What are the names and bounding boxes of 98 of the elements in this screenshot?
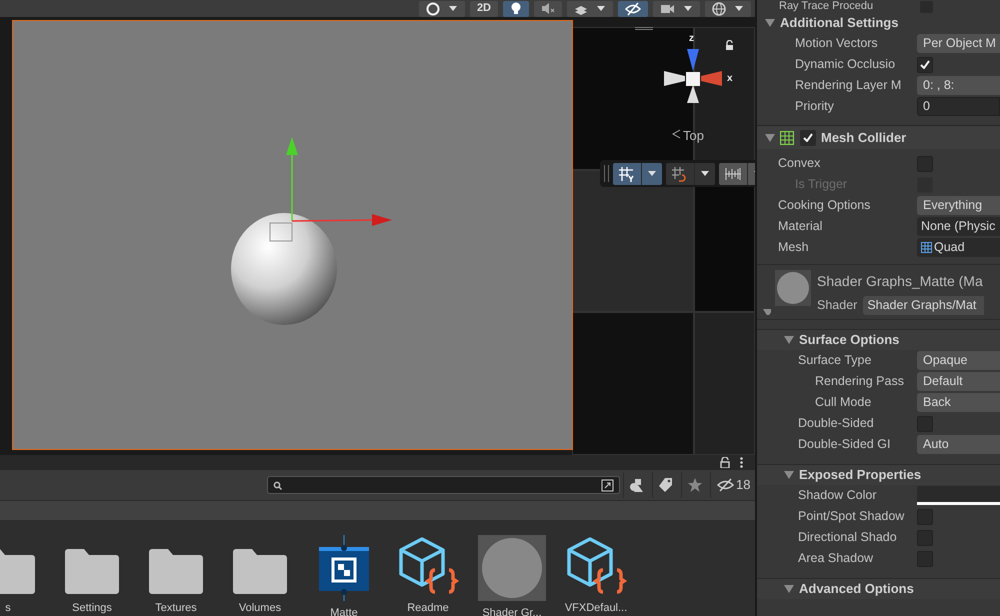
dropdown[interactable]: Opaque — [917, 351, 1000, 370]
property-label: Point/Spot Shadow — [798, 508, 906, 526]
property-label: Mesh — [778, 239, 810, 256]
dropdown[interactable]: Per Object M — [917, 34, 1000, 53]
foldout-arrow-icon[interactable] — [784, 585, 794, 593]
foldout-arrow-icon[interactable] — [765, 19, 775, 27]
toolbar-button[interactable] — [653, 0, 700, 16]
hidden-eye-icon — [717, 478, 734, 492]
property-label: Area Shadow — [798, 550, 874, 568]
property-label: Material — [778, 218, 824, 236]
grip-handle[interactable] — [604, 165, 609, 182]
object-field[interactable]: Quad — [917, 238, 1000, 257]
overlay-button[interactable] — [613, 162, 662, 184]
material-preview-icon — [775, 270, 811, 306]
property-label: Dynamic Occlusio — [795, 56, 896, 74]
asset-label[interactable]: Textures — [155, 600, 197, 616]
asset-label[interactable]: Readme — [407, 600, 449, 616]
chevron-icon — [672, 129, 681, 139]
asset-label[interactable]: s — [5, 600, 11, 616]
cube-script-icon[interactable] — [565, 536, 627, 596]
checkmark-icon — [803, 133, 813, 142]
foldout-arrow-icon[interactable] — [765, 134, 775, 142]
property-label: Directional Shado — [798, 529, 898, 546]
dropdown[interactable]: 0: , 8: — [917, 76, 1000, 95]
dropdown[interactable]: Back — [917, 393, 1000, 412]
star-icon — [686, 477, 702, 493]
section-header[interactable]: Advanced Options — [757, 578, 1000, 599]
object-field[interactable]: None (Physic — [917, 217, 1000, 236]
asset-label[interactable]: Volumes — [238, 600, 282, 616]
property-label: Double-Sided GI — [798, 436, 892, 454]
axis-label: z — [689, 32, 694, 46]
toolbar-button[interactable] — [567, 0, 613, 16]
toolbar-button[interactable] — [503, 0, 529, 16]
property-label: Rendering Pass — [815, 373, 905, 390]
lock-icon[interactable] — [720, 457, 730, 468]
section-header[interactable]: Surface Options — [757, 329, 1000, 350]
light-bulb-icon — [510, 2, 522, 16]
popout-icon — [601, 478, 614, 492]
globe-gizmo-icon — [712, 2, 726, 16]
toolbar-button[interactable] — [705, 0, 751, 16]
hidden-eye-icon — [625, 2, 641, 16]
color-field[interactable] — [917, 486, 1000, 505]
material-name: Shader Graphs_Matte (Ma — [817, 272, 984, 291]
filter-by-type-icon — [628, 477, 644, 493]
foldout-arrow-icon[interactable] — [784, 471, 794, 479]
asset-label[interactable]: Matte — [330, 605, 358, 616]
shader-graph-icon[interactable] — [318, 535, 370, 601]
dropdown[interactable]: Everything — [917, 196, 1000, 215]
mode-toggle[interactable]: 2D — [470, 0, 498, 16]
cube-script-icon[interactable] — [397, 536, 459, 596]
property-label: Priority — [795, 98, 835, 116]
lock-icon[interactable] — [725, 40, 734, 50]
number-field[interactable]: 0 — [917, 97, 1000, 116]
mesh-grid-icon — [780, 130, 794, 144]
property-label: Rendering Layer M — [795, 77, 902, 94]
search-field[interactable] — [267, 476, 620, 494]
property-label: Shadow Color — [798, 487, 878, 504]
label-tag-icon — [658, 477, 674, 493]
checkbox[interactable] — [917, 56, 933, 72]
toolbar-button[interactable] — [618, 0, 648, 16]
foldout-arrow-icon[interactable] — [763, 309, 771, 315]
asset-label[interactable]: Shader Gr... — [482, 605, 542, 616]
toolbar-button[interactable] — [418, 0, 465, 16]
section-header[interactable]: Mesh Collider — [757, 125, 1000, 149]
dropdown[interactable]: Shader Graphs/Mat — [863, 296, 984, 315]
hidden-packages-toggle[interactable]: 18 — [710, 472, 750, 498]
view-label[interactable]: Top — [683, 126, 704, 146]
property-label: Cooking Options — [778, 197, 872, 214]
asset-label[interactable]: Settings — [72, 600, 112, 616]
property-label: Surface Type — [798, 352, 872, 370]
axis-label: x — [727, 72, 733, 86]
overlay-button[interactable] — [666, 162, 715, 184]
overlay-button[interactable] — [719, 162, 755, 184]
more-menu-icon[interactable] — [740, 457, 743, 468]
section-title: Additional Settings — [780, 14, 898, 32]
drag-handle[interactable] — [635, 27, 653, 30]
dropdown[interactable]: Default — [917, 372, 1000, 391]
shading-icon — [426, 2, 440, 16]
caret-icon — [734, 5, 744, 12]
toolbar-button[interactable] — [534, 0, 562, 16]
property-label: Shader — [817, 297, 858, 314]
audio-mute-icon — [541, 2, 555, 16]
property-label: Double-Sided — [798, 415, 875, 432]
grid-axis-icon — [618, 164, 636, 182]
property-label: Convex — [778, 155, 822, 172]
caret-icon — [596, 5, 606, 12]
asset-label[interactable]: VFXDefaul... — [564, 600, 628, 616]
search-icon — [273, 480, 282, 490]
property-label: Ray Trace Procedu — [779, 0, 874, 13]
property-label: Cull Mode — [815, 394, 872, 412]
caret-icon — [448, 5, 458, 12]
section-header[interactable]: Exposed Properties — [757, 464, 1000, 485]
foldout-arrow-icon[interactable] — [784, 336, 794, 344]
caret-icon — [683, 5, 693, 12]
property-label: Motion Vectors — [795, 35, 879, 52]
checkbox[interactable] — [800, 130, 816, 146]
dropdown[interactable]: Auto — [917, 435, 1000, 454]
checkmark-icon — [920, 60, 930, 69]
